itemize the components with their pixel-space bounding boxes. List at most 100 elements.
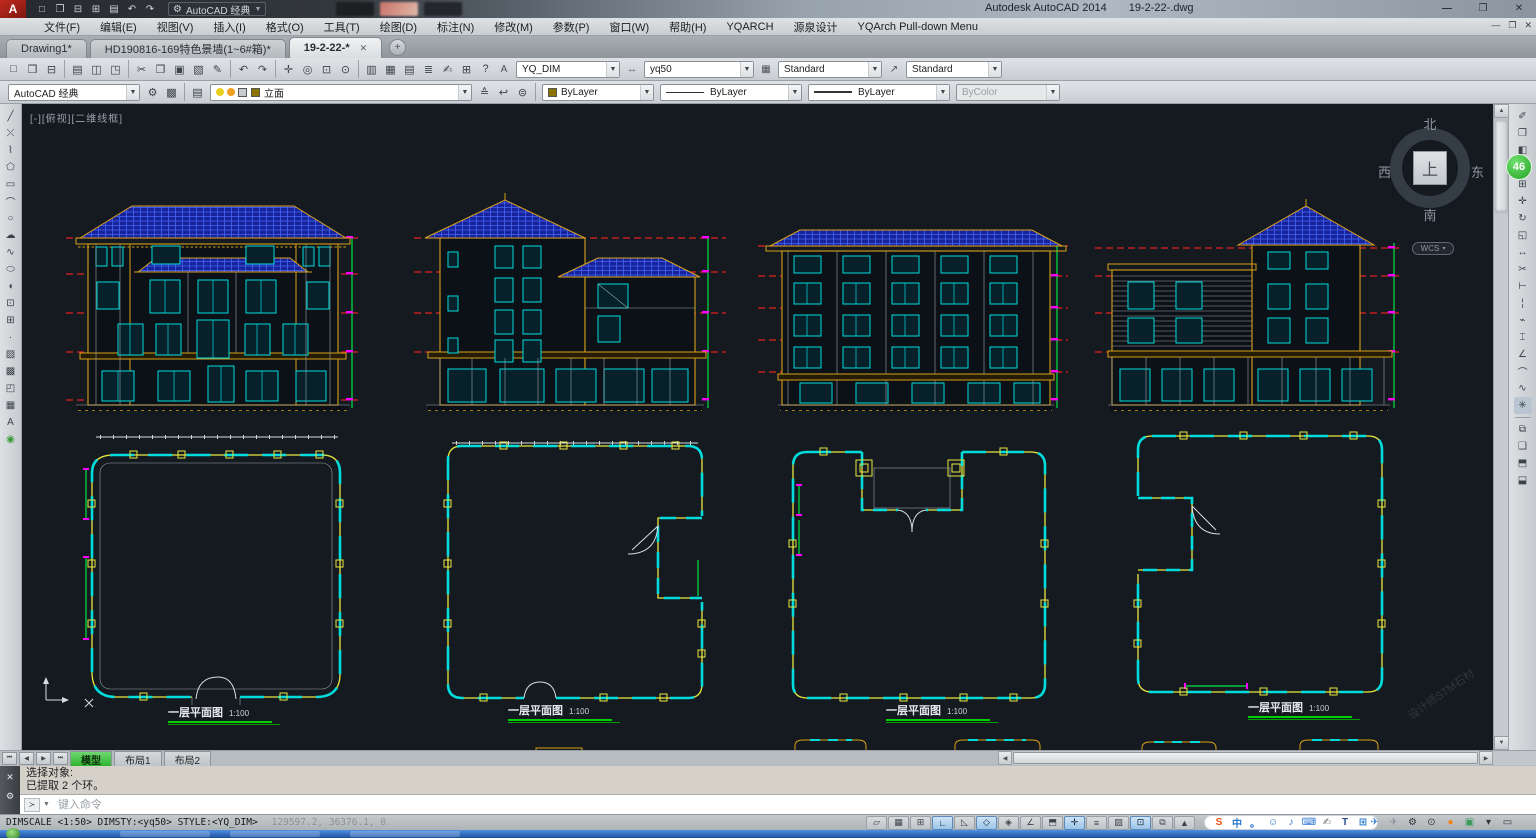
zoom-previous-icon[interactable]: ⊙ [336, 60, 355, 78]
scroll-down-icon[interactable]: ▼ [1494, 736, 1509, 750]
break-icon[interactable]: ⌁ [1514, 312, 1532, 329]
draworder-front-icon[interactable]: ⧉ [1514, 421, 1532, 438]
polygon-icon[interactable]: ⬠ [2, 159, 20, 176]
transparency-toggle[interactable]: ▨ [1108, 816, 1129, 830]
input-mode-icon[interactable]: 中 [1229, 816, 1245, 829]
ortho-toggle[interactable]: ∟ [932, 816, 953, 830]
zoom-window-icon[interactable]: ⊡ [317, 60, 336, 78]
interface-lock-icon[interactable]: ⊙ [1423, 816, 1440, 830]
arc-icon[interactable]: ⌒ [2, 193, 20, 210]
match-properties-icon[interactable]: ▧ [189, 60, 208, 78]
menu-item[interactable]: 参数(P) [543, 19, 600, 35]
file-tab-hd190816[interactable]: HD190816-169特色景墙(1~6#箱)* [90, 39, 286, 58]
punctuation-icon[interactable]: 。 [1247, 816, 1263, 829]
command-close-icon[interactable]: ✕ [6, 772, 14, 783]
undo-icon[interactable]: ↶ [234, 60, 253, 78]
doc-close-button[interactable]: ✕ [1524, 20, 1532, 31]
next-tab-button[interactable]: ▶ [36, 752, 51, 765]
fillet-icon[interactable]: ⌒ [1514, 363, 1532, 380]
menu-item[interactable]: 帮助(H) [659, 19, 716, 35]
qat-plot-icon[interactable]: ▤ [106, 2, 122, 16]
cut-icon[interactable]: ✂ [132, 60, 151, 78]
workspace-switcher[interactable]: ⚙ AutoCAD 经典 ▼ [168, 2, 266, 16]
menu-item[interactable]: 标注(N) [427, 19, 484, 35]
viewcube-south-label[interactable]: 南 [1384, 205, 1476, 224]
plot-icon[interactable]: ▤ [68, 60, 87, 78]
mtext-icon[interactable]: A [2, 414, 20, 431]
publish-icon[interactable]: ◳ [106, 60, 125, 78]
ducs-toggle[interactable]: ⬒ [1042, 816, 1063, 830]
insert-block-icon[interactable]: ⊡ [2, 295, 20, 312]
tray-settings-icon[interactable]: ▣ [1461, 816, 1478, 830]
layout1-tab[interactable]: 布局1 [114, 751, 162, 766]
quickcalc-icon[interactable]: ⊞ [457, 60, 476, 78]
join-icon[interactable]: ⌶ [1514, 329, 1532, 346]
snap-toggle[interactable]: ▦ [888, 816, 909, 830]
paste-icon[interactable]: ▣ [170, 60, 189, 78]
viewcube-north-label[interactable]: 北 [1384, 114, 1476, 133]
horizontal-scroll-thumb[interactable] [1013, 752, 1478, 764]
viewcube[interactable]: 北 南 西 东 上 [1384, 114, 1476, 224]
point-icon[interactable]: · [2, 329, 20, 346]
taskbar-item[interactable] [230, 831, 320, 837]
drawing-canvas[interactable]: [-][俯视][二维线框] 北 南 西 东 上 WCS ▾ 一层平面图1:100… [22, 104, 1493, 750]
last-tab-button[interactable]: ⏭ [53, 752, 68, 765]
qat-new-icon[interactable]: □ [34, 2, 50, 16]
menu-item[interactable]: YQARCH [716, 21, 783, 33]
rectangle-icon[interactable]: ▭ [2, 176, 20, 193]
model-tab[interactable]: 模型 [70, 751, 112, 766]
region-icon[interactable]: ◰ [2, 380, 20, 397]
horizontal-scrollbar[interactable]: ◀ ▶ [998, 751, 1493, 765]
line-icon[interactable]: ╱ [2, 108, 20, 125]
menu-item[interactable]: 修改(M) [484, 19, 543, 35]
menu-item[interactable]: 文件(F) [34, 19, 90, 35]
sogou-logo-icon[interactable]: S [1211, 816, 1227, 829]
text-style-combo[interactable]: YQ_DIM▼ [516, 61, 620, 78]
stretch-icon[interactable]: ↔ [1514, 244, 1532, 261]
workspace-settings-icon[interactable]: ⚙ [143, 83, 162, 101]
copy-clip-icon[interactable]: ❐ [151, 60, 170, 78]
selection-cycling-toggle[interactable]: ⧉ [1152, 816, 1173, 830]
extend-icon[interactable]: ⊢ [1514, 278, 1532, 295]
menu-item[interactable]: 绘图(D) [370, 19, 427, 35]
explode-icon[interactable]: ✳ [1514, 397, 1532, 414]
break-point-icon[interactable]: ¦ [1514, 295, 1532, 312]
taskbar-item[interactable] [120, 831, 210, 837]
infer-constraints-toggle[interactable]: ▱ [866, 816, 887, 830]
draworder-above-icon[interactable]: ⬒ [1514, 455, 1532, 472]
soft-keyboard-icon[interactable]: ⌨ [1301, 816, 1317, 829]
redo-icon[interactable]: ↷ [253, 60, 272, 78]
display-locking-icon[interactable]: ▩ [162, 83, 181, 101]
menu-item[interactable]: 工具(T) [314, 19, 370, 35]
otrack-toggle[interactable]: ∠ [1020, 816, 1041, 830]
qat-undo-icon[interactable]: ↶ [124, 2, 140, 16]
close-button[interactable]: ✕ [1508, 1, 1530, 15]
erase-icon[interactable]: ✐ [1514, 108, 1532, 125]
new-icon[interactable]: □ [4, 60, 23, 78]
gradient-icon[interactable]: ▩ [2, 363, 20, 380]
zoom-realtime-icon[interactable]: ◎ [298, 60, 317, 78]
command-settings-icon[interactable]: ⚙ [6, 791, 14, 802]
table-style-combo[interactable]: Standard▼ [778, 61, 882, 78]
handwriting-icon[interactable]: ✍ [1319, 816, 1335, 829]
annotation-monitor-toggle[interactable]: ▲ [1174, 816, 1195, 830]
copy-icon[interactable]: ❐ [1514, 125, 1532, 142]
dynamic-input-toggle[interactable]: ✛ [1064, 816, 1085, 830]
save-icon[interactable]: ⊟ [42, 60, 61, 78]
layout2-tab[interactable]: 布局2 [164, 751, 212, 766]
windows-taskbar[interactable] [0, 830, 1536, 838]
qat-saveas-icon[interactable]: ⊞ [88, 2, 104, 16]
circle-icon[interactable]: ○ [2, 210, 20, 227]
layer-previous-icon[interactable]: ↩ [494, 83, 513, 101]
scroll-up-icon[interactable]: ▲ [1494, 104, 1509, 118]
qat-redo-icon[interactable]: ↷ [142, 2, 158, 16]
workspace-combo[interactable]: AutoCAD 经典▼ [8, 84, 140, 101]
scroll-left-icon[interactable]: ◀ [998, 751, 1012, 765]
rotate-icon[interactable]: ↻ [1514, 210, 1532, 227]
open-icon[interactable]: ❒ [23, 60, 42, 78]
linetype-combo[interactable]: ByLayer▼ [660, 84, 802, 101]
mleader-style-combo[interactable]: Standard▼ [906, 61, 1002, 78]
viewcube-top-face[interactable]: 上 [1413, 151, 1447, 185]
file-tab-drawing1[interactable]: Drawing1* [6, 39, 87, 58]
doc-restore-button[interactable]: ❐ [1508, 20, 1516, 31]
